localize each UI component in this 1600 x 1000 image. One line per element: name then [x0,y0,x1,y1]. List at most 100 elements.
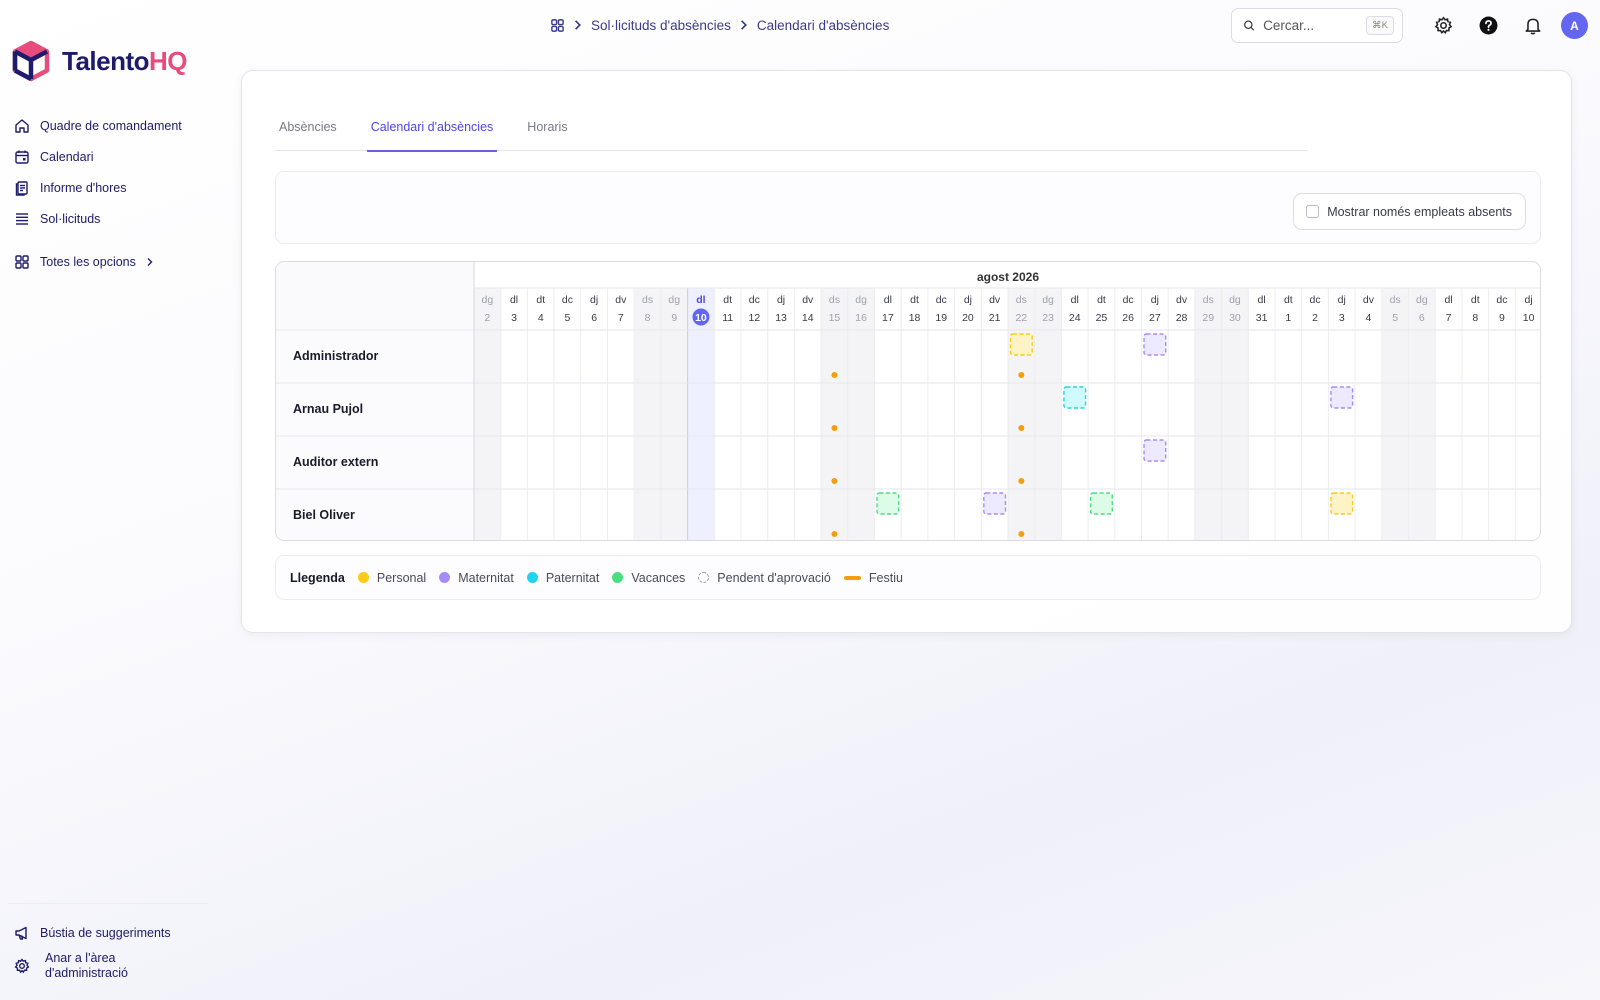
day-of-week-label: dt [910,294,919,306]
day-number-label: 3 [1339,312,1345,324]
day-column [954,288,982,540]
sidebar-item-hours-report[interactable]: Informe d'hores [14,172,209,203]
search-icon [1244,20,1255,31]
tab-schedules[interactable]: Horaris [523,114,571,150]
day-column [1008,288,1035,540]
day-number-label: 2 [1312,312,1318,324]
paternity-dot-icon [526,572,538,583]
personal-dot-icon [357,572,369,583]
day-number-label: 5 [1392,312,1398,324]
sidebar-item-suggestions[interactable]: Bústia de suggeriments [14,918,209,948]
employee-name: Arnau Pujol [293,402,364,416]
filter-panel: Mostrar només empleats absents [275,171,1541,244]
absence-block-personal[interactable] [1330,492,1354,515]
breadcrumb-link-requests[interactable]: Sol·licituds d'absències [591,18,731,33]
day-number-label: 7 [1446,312,1452,324]
day-number-label: 19 [935,312,947,324]
day-of-week-label: dl [510,294,518,306]
day-of-week-label: dg [1416,294,1428,306]
sidebar-item-dashboard[interactable]: Quadre de comandament [14,110,209,141]
day-of-week-label: dl [1258,294,1266,306]
holiday-dot-icon [831,531,838,537]
sidebar: TalentoHQ Quadre de comandament Calendar… [0,0,215,1000]
day-number-label: 22 [1016,312,1028,324]
day-of-week-label: dc [1123,294,1134,306]
legend-label: Maternitat [458,570,514,585]
day-column [1408,288,1436,540]
day-of-week-label: ds [642,294,653,306]
tab-absences[interactable]: Absències [275,114,341,150]
day-column [901,288,928,540]
holiday-bar-icon [843,575,861,580]
day-number-label: 26 [1122,312,1134,324]
calendar-grid: dg2dl3dt4dc5dj6dv7ds8dg9dl10dt11dc12dj13… [276,262,1540,540]
absence-block-vacances[interactable] [1089,492,1113,515]
sidebar-item-admin-area[interactable]: Anar a l'àrea d'administració [14,948,209,984]
day-column [847,288,875,540]
absence-block-paternitat[interactable] [1063,386,1087,409]
day-column [767,288,795,540]
day-of-week-label: dl [884,294,892,306]
day-number-label: 27 [1149,312,1161,324]
day-column [607,288,635,540]
absent-only-checkbox[interactable] [1306,205,1320,218]
day-number-label: 21 [989,312,1001,324]
absence-block-maternitat[interactable] [1330,386,1354,409]
day-of-week-label: dj [1151,294,1159,306]
absence-block-maternitat[interactable] [1143,333,1167,356]
sidebar-item-calendar[interactable]: Calendari [14,141,209,172]
search-input[interactable] [1263,18,1359,33]
breadcrumb-current: Calendari d'absències [756,17,890,33]
absence-block-personal[interactable] [1009,333,1033,356]
gear-icon [1434,16,1452,34]
tab-absence-calendar[interactable]: Calendari d'absències [366,114,498,152]
day-column [1515,288,1540,540]
legend-item-personal: Personal [357,570,427,585]
day-of-week-label: dj [777,294,785,306]
absence-block-maternitat[interactable] [1143,439,1167,462]
search-box[interactable]: ⌘K [1231,8,1403,43]
sidebar-item-requests[interactable]: Sol·licituds [14,203,209,234]
sidebar-item-label: Sol·licituds [40,211,101,226]
settings-button[interactable] [1432,14,1454,36]
cube-logo-icon [12,40,50,82]
day-number-label: 6 [591,312,597,324]
legend-item-holiday: Festiu [843,571,903,585]
apps-grid-icon[interactable] [550,18,565,33]
day-column [794,288,822,540]
app-logo[interactable]: TalentoHQ [12,40,188,82]
day-of-week-label: dc [1496,294,1507,306]
day-column [634,288,661,540]
legend-item-maternity: Maternitat [439,571,514,585]
legend-item-paternity: Paternitat [526,571,599,585]
absence-calendar: dg 2 dl 3 dt 4 dc 5 dj 6 dv 7 ds 8 dg 9 dl 10 dt 11 dc 12 dj 13… [275,261,1541,541]
day-column [1194,288,1222,540]
day-of-week-label: dt [1284,294,1293,306]
help-button[interactable] [1477,14,1499,36]
day-column [527,288,555,540]
day-number-label: 10 [1523,312,1535,324]
day-of-week-label: dg [482,294,494,306]
show-absent-only-toggle[interactable]: Mostrar només empleats absents [1293,193,1526,230]
user-avatar[interactable]: A [1561,12,1588,39]
day-column [660,288,688,540]
day-column [1248,288,1275,540]
day-of-week-label: dv [802,294,814,306]
sidebar-item-all-options[interactable]: Totes les opcions [14,246,209,277]
day-number-label: 4 [1366,312,1372,324]
day-of-week-label: dv [1363,294,1375,306]
calendar-icon [15,150,29,164]
legend-label: Personal [376,570,427,585]
day-number-label: 9 [671,312,677,324]
chevron-right-icon [575,20,581,30]
day-number-label: 20 [962,312,974,324]
day-number-label: 16 [855,312,867,324]
absence-block-vacances[interactable] [876,492,900,515]
report-icon [15,180,28,196]
notifications-button[interactable] [1522,14,1544,36]
absence-block-maternitat[interactable] [983,492,1007,515]
maternity-dot-icon [439,572,451,583]
day-of-week-label: dc [562,294,573,306]
holiday-dot-icon [1018,478,1025,484]
